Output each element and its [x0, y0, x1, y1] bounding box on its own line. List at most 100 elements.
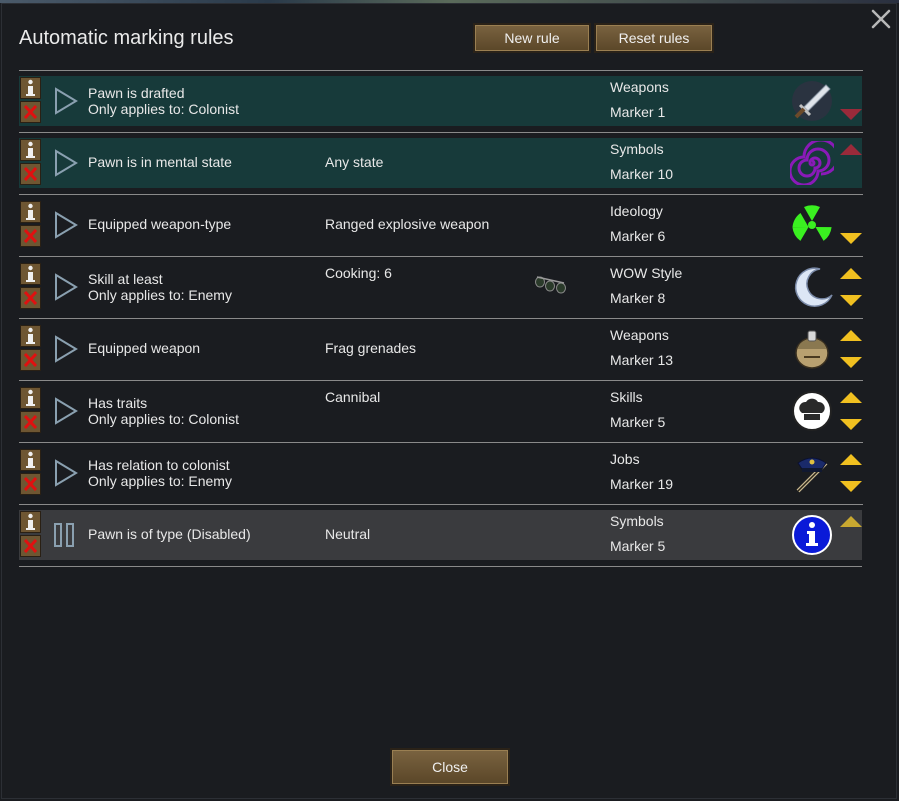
info-small-icon: [26, 203, 35, 220]
delete-icon: [23, 352, 38, 368]
rule-row: Pawn is of type (Disabled) Neutral Symbo…: [19, 504, 863, 566]
category-text: Jobs: [610, 451, 640, 467]
move-down-arrow-icon[interactable]: [839, 107, 863, 121]
value-text: Frag grenades: [325, 340, 417, 356]
info-small-icon: [26, 265, 35, 282]
delete-button[interactable]: [20, 535, 41, 557]
play-icon[interactable]: [53, 397, 79, 425]
pause-icon[interactable]: [53, 521, 79, 549]
info-small-icon: [26, 451, 35, 468]
play-icon[interactable]: [53, 273, 79, 301]
dialog-title: Automatic marking rules: [19, 27, 234, 49]
play-icon[interactable]: [53, 211, 79, 239]
radiation-icon[interactable]: [790, 203, 834, 247]
delete-icon: [23, 538, 38, 554]
rule-condition: Equipped weapon-type: [88, 216, 231, 232]
info-button[interactable]: [20, 263, 41, 285]
rule-row: Pawn is in mental state Any state Symbol…: [19, 132, 863, 194]
marker-text: Marker 1: [610, 104, 666, 120]
rule-condition: Has traits Only applies to: Colonist: [88, 395, 239, 427]
info-button[interactable]: [20, 387, 41, 409]
spiral-icon[interactable]: [790, 141, 834, 185]
marker-text: Marker 13: [610, 352, 674, 368]
applies-text: Only applies to: Enemy: [88, 287, 232, 303]
new-rule-button[interactable]: New rule: [473, 23, 591, 53]
move-up-arrow-icon[interactable]: [839, 267, 863, 281]
delete-icon: [23, 290, 38, 306]
category-text: Symbols: [610, 513, 664, 529]
condition-text: Has traits: [88, 395, 148, 411]
rule-row: Equipped weapon Frag grenades Weapons Ma…: [19, 318, 863, 380]
reset-rules-button[interactable]: Reset rules: [594, 23, 714, 53]
move-down-arrow-icon[interactable]: [839, 417, 863, 431]
value-text: Any state: [325, 154, 384, 170]
category-text: Symbols: [610, 141, 664, 157]
move-up-arrow-icon[interactable]: [839, 391, 863, 405]
move-down-arrow-icon[interactable]: [839, 479, 863, 493]
move-up-arrow-icon[interactable]: [839, 453, 863, 467]
info-button[interactable]: [20, 511, 41, 533]
info-icon[interactable]: [790, 513, 834, 557]
info-small-icon: [26, 141, 35, 158]
delete-button[interactable]: [20, 225, 41, 247]
move-up-arrow-icon[interactable]: [839, 515, 863, 529]
delete-icon: [23, 166, 38, 182]
play-icon[interactable]: [53, 87, 79, 115]
value-text: Neutral: [325, 526, 371, 542]
marker-text: Marker 5: [610, 538, 666, 554]
close-icon[interactable]: [870, 8, 892, 30]
helmet-icon[interactable]: [790, 327, 834, 371]
delete-button[interactable]: [20, 349, 41, 371]
close-button[interactable]: Close: [390, 748, 510, 786]
delete-button[interactable]: [20, 101, 41, 123]
rule-condition: Has relation to colonist Only applies to…: [88, 457, 232, 489]
condition-text: Pawn is in mental state: [88, 154, 232, 170]
move-down-arrow-icon[interactable]: [839, 355, 863, 369]
crescent-moon-icon[interactable]: [790, 265, 834, 309]
list-bottom-divider: [19, 566, 862, 567]
category-text: Weapons: [610, 79, 669, 95]
info-button[interactable]: [20, 201, 41, 223]
applies-text: Only applies to: Enemy: [88, 473, 232, 489]
move-up-arrow-icon[interactable]: [839, 143, 863, 157]
move-up-arrow-icon[interactable]: [839, 329, 863, 343]
rule-condition: Pawn is of type (Disabled): [88, 526, 251, 542]
delete-button[interactable]: [20, 163, 41, 185]
info-button[interactable]: [20, 139, 41, 161]
play-icon[interactable]: [53, 459, 79, 487]
delete-icon: [23, 414, 38, 430]
info-small-icon: [26, 389, 35, 406]
info-button[interactable]: [20, 325, 41, 347]
rules-list: Pawn is drafted Only applies to: Colonis…: [19, 70, 863, 567]
play-icon[interactable]: [53, 149, 79, 177]
category-text: WOW Style: [610, 265, 683, 281]
applies-text: Only applies to: Colonist: [88, 101, 239, 117]
info-button[interactable]: [20, 77, 41, 99]
marking-rules-dialog: Automatic marking rules New rule Reset r…: [1, 3, 897, 799]
rule-row: Pawn is drafted Only applies to: Colonis…: [19, 70, 863, 132]
delete-icon: [23, 104, 38, 120]
sword-icon[interactable]: [790, 79, 834, 123]
move-down-arrow-icon[interactable]: [839, 293, 863, 307]
info-small-icon: [26, 79, 35, 96]
delete-button[interactable]: [20, 287, 41, 309]
play-icon[interactable]: [53, 335, 79, 363]
value-text: Cannibal: [325, 389, 381, 405]
delete-button[interactable]: [20, 473, 41, 495]
rule-condition: Pawn is drafted Only applies to: Colonis…: [88, 85, 239, 117]
marker-text: Marker 8: [610, 290, 666, 306]
marker-text: Marker 5: [610, 414, 666, 430]
rule-row: Has relation to colonist Only applies to…: [19, 442, 863, 504]
condition-text: Has relation to colonist: [88, 457, 230, 473]
marker-text: Marker 19: [610, 476, 674, 492]
info-button[interactable]: [20, 449, 41, 471]
move-down-arrow-icon[interactable]: [839, 231, 863, 245]
delete-button[interactable]: [20, 411, 41, 433]
info-small-icon: [26, 327, 35, 344]
marker-text: Marker 10: [610, 166, 674, 182]
condition-text: Pawn is of type (Disabled): [88, 526, 251, 542]
chef-hat-icon[interactable]: [790, 389, 834, 433]
delete-icon: [23, 228, 38, 244]
police-icon[interactable]: [790, 451, 834, 495]
rule-condition: Skill at least Only applies to: Enemy: [88, 271, 232, 303]
